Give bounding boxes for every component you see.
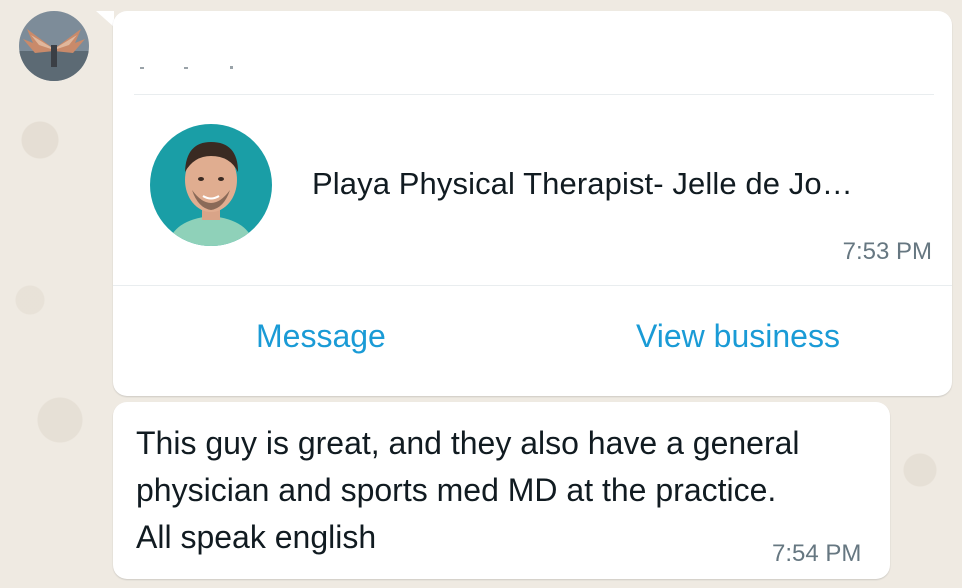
business-profile-photo[interactable] xyxy=(150,124,272,246)
business-name[interactable]: Playa Physical Therapist- Jelle de Jo… xyxy=(312,166,912,202)
message-timestamp: 7:54 PM xyxy=(772,540,862,567)
card-actions-divider xyxy=(113,285,952,286)
message-button[interactable]: Message xyxy=(256,318,386,355)
message-text: This guy is great, and they also have a … xyxy=(136,425,800,555)
sender-avatar[interactable] xyxy=(19,11,89,81)
card-divider-top xyxy=(134,94,934,95)
business-photo-image xyxy=(150,124,272,246)
business-card-timestamp: 7:53 PM xyxy=(842,238,932,265)
view-business-button[interactable]: View business xyxy=(636,318,840,355)
sender-avatar-image xyxy=(19,11,89,81)
truncated-text-fragment xyxy=(140,66,233,69)
bubble-tail xyxy=(96,11,114,27)
